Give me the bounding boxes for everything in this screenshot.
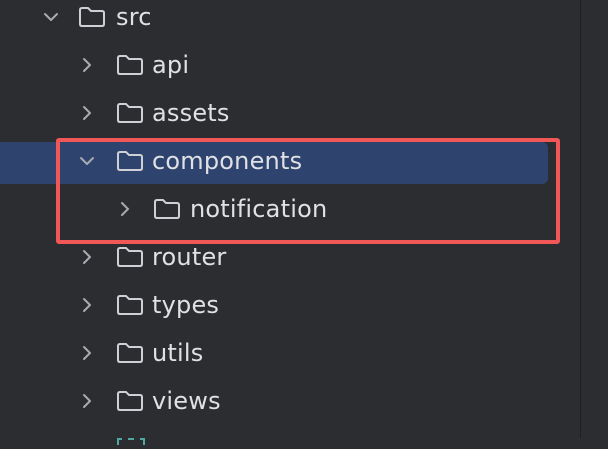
chevron-right-icon[interactable] (78, 392, 96, 410)
chevron-right-icon[interactable] (78, 344, 96, 362)
chevron-right-icon[interactable] (78, 248, 96, 266)
folder-icon (116, 294, 144, 316)
tree-item-types[interactable]: types (0, 284, 580, 324)
tree-item-label: utils (152, 339, 204, 367)
folder-icon (116, 54, 144, 76)
file-icon (116, 430, 146, 445)
tree-item-label: assets (152, 99, 230, 127)
folder-icon (78, 6, 106, 28)
chevron-right-icon[interactable] (78, 56, 96, 74)
folder-icon (116, 246, 144, 268)
tree-item-label: notification (190, 195, 328, 223)
tree-item-views[interactable]: views (0, 380, 580, 420)
tree-item-label: components (152, 147, 303, 175)
tree-item-notification[interactable]: notification (0, 188, 580, 228)
folder-icon (153, 198, 181, 220)
tree-item-components[interactable]: components (0, 140, 580, 184)
tree-item-label: src (116, 3, 152, 31)
chevron-right-icon[interactable] (116, 200, 134, 218)
chevron-right-icon[interactable] (78, 296, 96, 314)
chevron-down-icon[interactable] (78, 152, 96, 170)
tree-item-assets[interactable]: assets (0, 92, 580, 132)
tree-item-utils[interactable]: utils (0, 332, 580, 372)
folder-icon (116, 390, 144, 412)
folder-icon (116, 102, 144, 124)
scrollbar-gutter[interactable] (581, 0, 608, 438)
tree-item-src[interactable]: src (0, 0, 580, 36)
chevron-right-icon[interactable] (78, 104, 96, 122)
folder-icon (116, 342, 144, 364)
folder-icon (116, 150, 144, 172)
project-file-tree: src api assets components notification r… (0, 0, 580, 445)
tree-item-label: views (152, 387, 221, 415)
tree-item-label: api (152, 51, 190, 79)
tree-item-router[interactable]: router (0, 236, 580, 276)
tree-item-label: router (152, 243, 227, 271)
tree-item-api[interactable]: api (0, 44, 580, 84)
tree-item-label: types (152, 291, 220, 319)
chevron-down-icon[interactable] (42, 8, 60, 26)
